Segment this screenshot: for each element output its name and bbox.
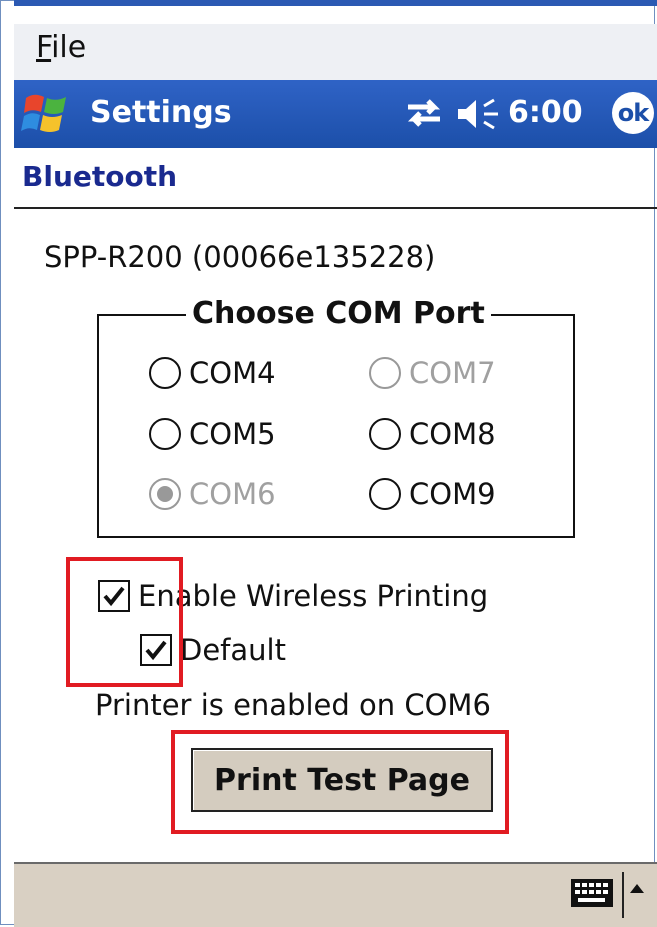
radio-circle (369, 357, 401, 389)
radio-com4[interactable]: COM4 (149, 356, 276, 390)
start-menu-icon[interactable] (20, 88, 72, 140)
radio-circle (149, 418, 181, 450)
file-menu-mnemonic: F (36, 30, 52, 65)
clock-time[interactable]: 6:00 (508, 95, 583, 130)
window-title: Settings (90, 95, 232, 130)
connectivity-icon[interactable] (402, 95, 446, 131)
radio-com9[interactable]: COM9 (369, 477, 496, 511)
input-menu-arrow-icon[interactable] (630, 884, 644, 893)
input-panel-divider (622, 872, 624, 918)
radio-label: COM9 (409, 477, 496, 511)
bottom-bar (14, 862, 657, 927)
file-menu[interactable]: File (36, 30, 86, 65)
default-label: Default (180, 633, 286, 667)
radio-com6[interactable]: COM6 (149, 477, 276, 511)
radio-circle (369, 478, 401, 510)
title-divider (14, 207, 657, 209)
radio-label: COM8 (409, 417, 496, 451)
device-name: SPP-R200 (00066e135228) (44, 240, 436, 274)
radio-circle (149, 357, 181, 389)
menu-bar: File (14, 24, 657, 81)
radio-label: COM5 (189, 417, 276, 451)
speaker-icon[interactable] (454, 96, 504, 132)
page-title: Bluetooth (22, 160, 178, 193)
top-edge-strip (14, 0, 657, 6)
radio-com8[interactable]: COM8 (369, 417, 496, 451)
radio-circle (149, 478, 181, 510)
title-bar: Settings 6:00 ok (14, 80, 657, 148)
checkbox-highlight-box (66, 557, 183, 687)
radio-label: COM7 (409, 356, 496, 390)
radio-com7[interactable]: COM7 (369, 356, 496, 390)
keyboard-icon[interactable] (570, 878, 614, 908)
com-port-group-title: Choose COM Port (186, 296, 491, 331)
ok-button[interactable]: ok (612, 92, 654, 134)
file-menu-rest: ile (51, 30, 87, 65)
enable-wireless-printing-label: Enable Wireless Printing (138, 579, 489, 613)
radio-circle (369, 418, 401, 450)
button-highlight-box (171, 730, 509, 834)
radio-label: COM6 (189, 477, 276, 511)
radio-com5[interactable]: COM5 (149, 417, 276, 451)
radio-label: COM4 (189, 356, 276, 390)
radio-selected-dot (157, 486, 173, 502)
printer-status-text: Printer is enabled on COM6 (95, 688, 491, 722)
